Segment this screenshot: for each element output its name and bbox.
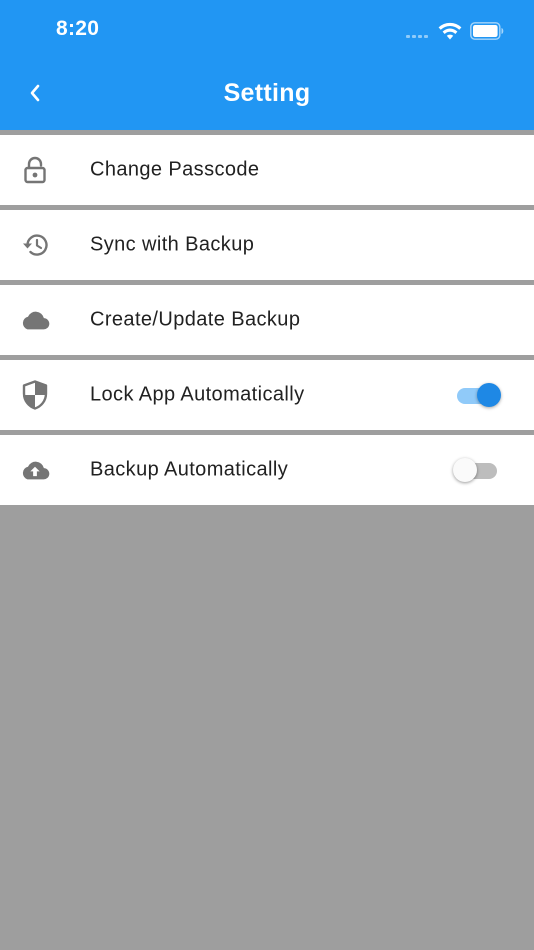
- battery-icon: [470, 22, 504, 40]
- cloud-upload-icon: [20, 455, 50, 485]
- cloud-icon: [20, 305, 50, 335]
- setting-label: Change Passcode: [90, 158, 260, 181]
- app-bar: 8:20 Setting: [0, 0, 534, 130]
- backup-auto-toggle[interactable]: [453, 456, 499, 484]
- settings-list: Change Passcode Sync with Backup Create/…: [0, 130, 534, 505]
- setting-label: Lock App Automatically: [90, 383, 305, 406]
- cellular-dots-icon: [406, 34, 428, 38]
- setting-sync-with-backup[interactable]: Sync with Backup: [0, 205, 534, 280]
- wifi-icon: [438, 22, 462, 40]
- status-icons: [406, 20, 504, 42]
- setting-change-passcode[interactable]: Change Passcode: [0, 130, 534, 205]
- toggle-thumb: [477, 383, 501, 407]
- page-title: Setting: [223, 79, 311, 107]
- setting-lock-app-automatically[interactable]: Lock App Automatically: [0, 355, 534, 430]
- status-time: 8:20: [56, 17, 100, 40]
- setting-label: Sync with Backup: [90, 233, 255, 256]
- setting-label: Create/Update Backup: [90, 308, 301, 331]
- setting-label: Backup Automatically: [90, 458, 289, 481]
- history-icon: [20, 230, 50, 260]
- lock-app-toggle[interactable]: [455, 381, 501, 409]
- lock-open-icon: [20, 155, 50, 185]
- setting-create-update-backup[interactable]: Create/Update Backup: [0, 280, 534, 355]
- setting-backup-automatically[interactable]: Backup Automatically: [0, 430, 534, 505]
- toggle-thumb: [453, 458, 477, 482]
- shield-icon: [20, 380, 50, 410]
